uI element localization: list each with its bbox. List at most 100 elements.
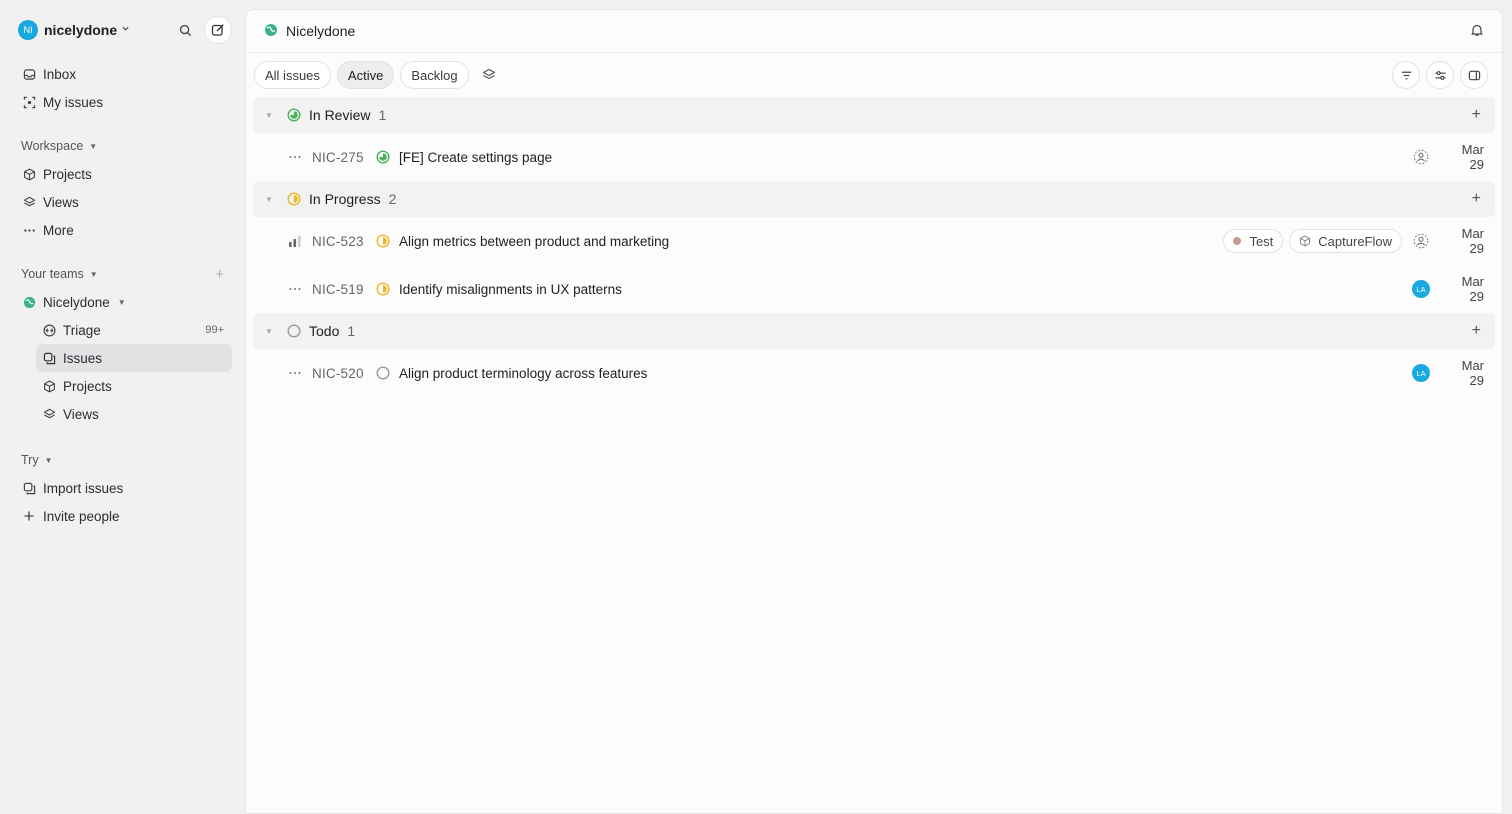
sidebar-item-team-projects[interactable]: Projects bbox=[36, 372, 232, 400]
chevron-down-icon[interactable] bbox=[121, 24, 130, 36]
label-text: Test bbox=[1249, 233, 1274, 249]
caret-down-icon[interactable]: ▼ bbox=[265, 195, 281, 204]
sidebar-item-label: Inbox bbox=[43, 66, 77, 82]
sidebar-item-my-issues[interactable]: My issues bbox=[14, 88, 232, 116]
no-priority-icon[interactable] bbox=[288, 366, 302, 380]
search-icon[interactable] bbox=[172, 17, 198, 43]
section-label: Try bbox=[21, 453, 39, 467]
import-icon bbox=[22, 481, 36, 495]
caret-down-icon[interactable]: ▼ bbox=[265, 111, 281, 120]
todo-status-icon[interactable] bbox=[376, 366, 390, 380]
page-title[interactable]: Nicelydone bbox=[286, 23, 355, 39]
todo-status-icon bbox=[287, 324, 301, 338]
sidebar-item-triage[interactable]: Triage 99+ bbox=[36, 316, 232, 344]
sidebar-item-projects[interactable]: Projects bbox=[14, 160, 232, 188]
sidebar-item-views[interactable]: Views bbox=[14, 188, 232, 216]
more-dots-icon bbox=[22, 223, 36, 237]
group-header-in-progress[interactable]: ▼ In Progress 2 + bbox=[253, 181, 1495, 217]
unassigned-user-icon[interactable] bbox=[1412, 148, 1430, 166]
tab-backlog[interactable]: Backlog bbox=[400, 61, 469, 89]
add-issue-icon[interactable]: + bbox=[1472, 190, 1481, 208]
section-label: Workspace bbox=[21, 139, 84, 153]
in-review-status-icon bbox=[287, 108, 301, 122]
project-chip[interactable]: CaptureFlow bbox=[1289, 229, 1402, 253]
in-progress-status-icon[interactable] bbox=[376, 234, 390, 248]
issue-row[interactable]: NIC-275 [FE] Create settings page Mar 29 bbox=[246, 133, 1502, 181]
sidebar-item-label: Views bbox=[63, 406, 99, 422]
inbox-icon bbox=[22, 67, 36, 81]
group-name: In Progress bbox=[309, 191, 381, 207]
no-priority-icon[interactable] bbox=[288, 150, 302, 164]
issue-id: NIC-519 bbox=[312, 281, 364, 297]
workspace-header: NI nicelydone bbox=[14, 0, 232, 60]
cube-icon bbox=[22, 167, 36, 181]
issue-row[interactable]: NIC-519 Identify misalignments in UX pat… bbox=[246, 265, 1502, 313]
issue-title: Identify misalignments in UX patterns bbox=[399, 281, 622, 297]
avatar-initials: LA bbox=[1412, 364, 1430, 382]
label-dot bbox=[1233, 237, 1242, 245]
sidebar-toggle-icon[interactable] bbox=[1460, 61, 1488, 89]
group-header-todo[interactable]: ▼ Todo 1 + bbox=[253, 313, 1495, 349]
teams-section-toggle[interactable]: Your teams ▼ + bbox=[14, 260, 232, 288]
sidebar-item-label: Projects bbox=[43, 166, 92, 182]
in-progress-status-icon[interactable] bbox=[376, 282, 390, 296]
priority-bars-icon[interactable] bbox=[288, 234, 302, 248]
issue-row[interactable]: NIC-520 Align product terminology across… bbox=[246, 349, 1502, 397]
workspace-section-toggle[interactable]: Workspace ▼ bbox=[14, 132, 232, 160]
sidebar-item-team-nicelydone[interactable]: Nicelydone ▼ bbox=[14, 288, 232, 316]
sidebar-item-label: My issues bbox=[43, 94, 104, 110]
group-count: 2 bbox=[388, 191, 397, 207]
sidebar-item-more[interactable]: More bbox=[14, 216, 232, 244]
sidebar-item-inbox[interactable]: Inbox bbox=[14, 60, 232, 88]
bell-icon[interactable] bbox=[1470, 23, 1484, 40]
issue-date: Mar 29 bbox=[1461, 274, 1484, 304]
sidebar: NI nicelydone Inbox My issues Workspace … bbox=[0, 0, 244, 814]
tab-all-issues[interactable]: All issues bbox=[254, 61, 331, 89]
layers-icon bbox=[22, 195, 36, 209]
sidebar-item-team-views[interactable]: Views bbox=[36, 400, 232, 428]
view-tabs-bar: All issues Active Backlog bbox=[246, 53, 1502, 97]
filter-icon[interactable] bbox=[1392, 61, 1420, 89]
add-team-icon[interactable]: + bbox=[215, 266, 232, 283]
issues-icon bbox=[42, 351, 56, 365]
in-review-status-icon[interactable] bbox=[376, 150, 390, 164]
sidebar-item-invite-people[interactable]: Invite people bbox=[14, 502, 232, 530]
display-options-icon[interactable] bbox=[1426, 61, 1454, 89]
issue-title: Align product terminology across feature… bbox=[399, 365, 648, 381]
assignee-avatar[interactable]: LA bbox=[1412, 364, 1430, 382]
try-section-toggle[interactable]: Try ▼ bbox=[14, 446, 232, 474]
unassigned-user-icon[interactable] bbox=[1412, 232, 1430, 250]
sidebar-item-label: Projects bbox=[63, 378, 112, 394]
label-chip[interactable]: Test bbox=[1223, 229, 1284, 253]
sidebar-item-issues[interactable]: Issues bbox=[36, 344, 232, 372]
add-issue-icon[interactable]: + bbox=[1472, 322, 1481, 340]
issue-title: [FE] Create settings page bbox=[399, 149, 553, 165]
main-panel: Nicelydone All issues Active Backlog ▼ I… bbox=[245, 9, 1503, 814]
project-text: CaptureFlow bbox=[1318, 233, 1392, 249]
tab-active[interactable]: Active bbox=[336, 61, 395, 89]
new-issue-button[interactable] bbox=[204, 16, 232, 44]
no-priority-icon[interactable] bbox=[288, 282, 302, 296]
sidebar-item-label: Import issues bbox=[43, 480, 124, 496]
workspace-name[interactable]: nicelydone bbox=[44, 22, 117, 38]
sidebar-item-label: Triage bbox=[63, 322, 101, 338]
issue-row[interactable]: NIC-523 Align metrics between product an… bbox=[246, 217, 1502, 265]
caret-down-icon[interactable]: ▼ bbox=[265, 327, 281, 336]
caret-down-icon: ▼ bbox=[89, 269, 98, 279]
group-name: In Review bbox=[309, 107, 371, 123]
assignee-avatar[interactable]: LA bbox=[1412, 280, 1430, 298]
add-issue-icon[interactable]: + bbox=[1472, 106, 1481, 124]
group-header-in-review[interactable]: ▼ In Review 1 + bbox=[253, 97, 1495, 133]
team-globe-icon bbox=[22, 295, 36, 309]
workspace-avatar[interactable]: NI bbox=[18, 20, 38, 40]
triage-count-badge: 99+ bbox=[205, 324, 224, 336]
sidebar-item-import-issues[interactable]: Import issues bbox=[14, 474, 232, 502]
team-globe-icon bbox=[264, 23, 278, 40]
cube-icon bbox=[42, 379, 56, 393]
plus-icon bbox=[22, 509, 36, 523]
group-count: 1 bbox=[347, 323, 356, 339]
sidebar-item-label: Nicelydone bbox=[43, 294, 110, 310]
in-progress-status-icon bbox=[287, 192, 301, 206]
layers-icon[interactable] bbox=[475, 61, 503, 89]
issue-date: Mar 29 bbox=[1461, 358, 1484, 388]
